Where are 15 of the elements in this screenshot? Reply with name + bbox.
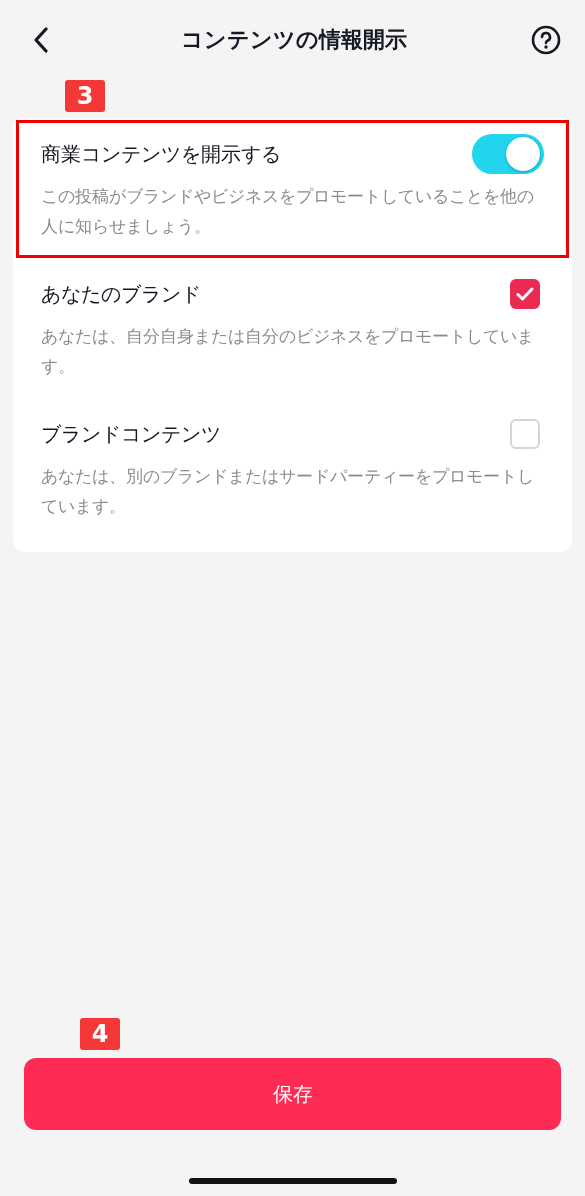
- save-button[interactable]: 保存: [24, 1058, 561, 1130]
- checkbox[interactable]: [510, 279, 540, 309]
- checkbox[interactable]: [510, 419, 540, 449]
- option-description: あなたは、自分自身または自分のビジネスをプロモートしています。: [41, 325, 535, 378]
- page-title: コンテンツの情報開示: [180, 26, 407, 54]
- step-badge: 3: [65, 80, 105, 112]
- option-title: 商業コンテンツを開示する: [41, 140, 281, 168]
- option-title: あなたのブランド: [41, 280, 201, 308]
- checkmark-icon: [516, 286, 534, 302]
- step-badge: 4: [80, 1018, 120, 1050]
- option-description: あなたは、別のブランドまたはサードパーティーをプロモートしています。: [41, 465, 535, 518]
- option-title: ブランドコンテンツ: [41, 420, 221, 448]
- toggle-switch[interactable]: [472, 134, 544, 174]
- help-button[interactable]: [531, 25, 561, 55]
- option-description: この投稿がブランドやビジネスをプロモートしていることを他の人に知らせましょう。: [41, 185, 535, 238]
